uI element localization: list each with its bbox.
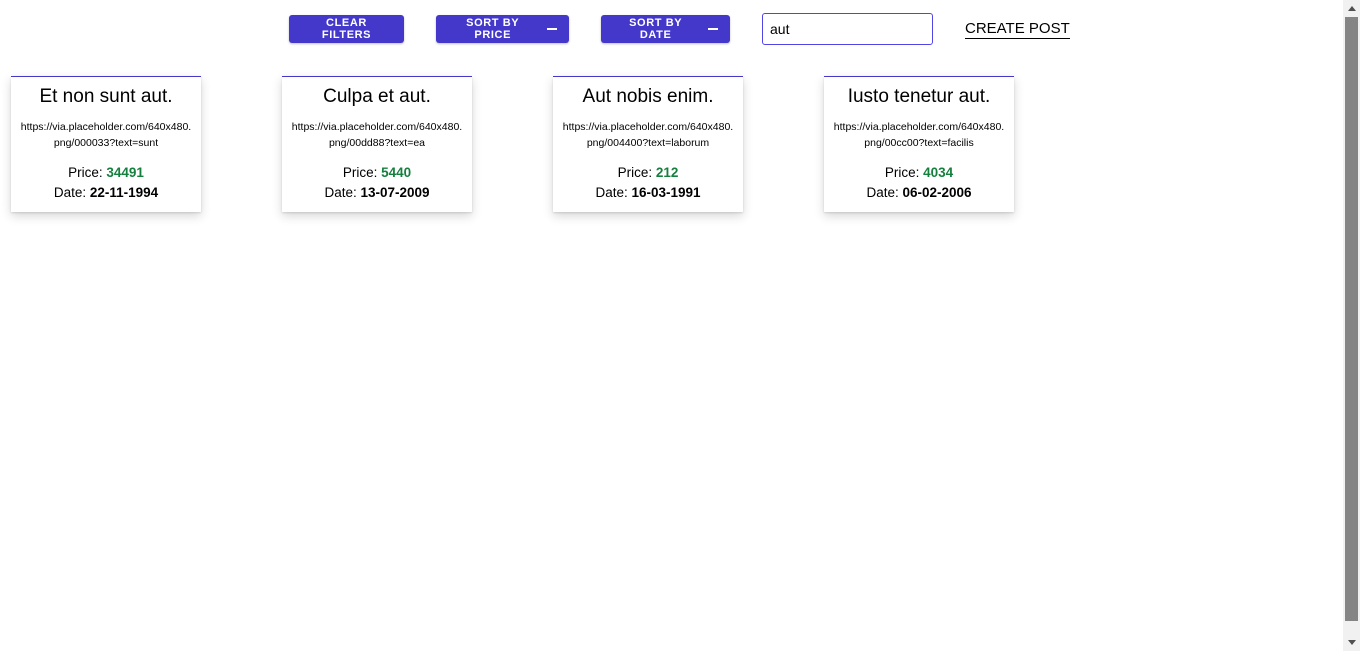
date-value: 22-11-1994 bbox=[89, 185, 159, 200]
price-label: Price: bbox=[884, 165, 924, 180]
arrow-up-icon bbox=[1347, 6, 1356, 11]
filter-toolbar: CLEAR FILTERS SORT BY PRICE SORT BY DATE… bbox=[0, 0, 1343, 60]
date-label: Date: bbox=[595, 185, 632, 200]
post-title: Iusto tenetur aut. bbox=[847, 86, 991, 107]
post-card[interactable]: Iusto tenetur aut. https://via.placehold… bbox=[824, 76, 1014, 212]
date-label: Date: bbox=[866, 185, 903, 200]
post-price: Price: 5440 bbox=[288, 164, 466, 182]
post-title: Culpa et aut. bbox=[323, 86, 431, 107]
post-image-url: https://via.placeholder.com/640x480.png/… bbox=[20, 121, 192, 149]
post-date: Date: 22-11-1994 bbox=[17, 184, 195, 202]
minus-icon bbox=[547, 28, 557, 30]
date-value: 16-03-1991 bbox=[631, 185, 701, 200]
price-label: Price: bbox=[617, 165, 656, 180]
post-card[interactable]: Culpa et aut. https://via.placeholder.co… bbox=[282, 76, 472, 212]
scroll-up-button[interactable] bbox=[1343, 0, 1360, 17]
post-price: Price: 4034 bbox=[830, 164, 1008, 182]
post-title: Aut nobis enim. bbox=[582, 86, 714, 107]
create-post-link[interactable]: CREATE POST bbox=[965, 20, 1070, 39]
sort-by-price-button[interactable]: SORT BY PRICE bbox=[436, 15, 569, 43]
price-value: 34491 bbox=[106, 165, 144, 180]
post-card[interactable]: Aut nobis enim. https://via.placeholder.… bbox=[553, 76, 743, 212]
minus-icon bbox=[708, 28, 718, 30]
price-value: 4034 bbox=[923, 165, 954, 180]
sort-by-date-button[interactable]: SORT BY DATE bbox=[601, 15, 730, 43]
post-image-url: https://via.placeholder.com/640x480.png/… bbox=[291, 121, 463, 149]
date-value: 13-07-2009 bbox=[360, 185, 430, 200]
post-price: Price: 34491 bbox=[17, 164, 195, 182]
sort-by-price-label: SORT BY PRICE bbox=[466, 17, 520, 41]
price-value: 5440 bbox=[381, 165, 412, 180]
date-value: 06-02-2006 bbox=[902, 185, 972, 200]
price-value: 212 bbox=[655, 165, 679, 180]
scrollbar-thumb[interactable] bbox=[1345, 17, 1358, 621]
price-label: Price: bbox=[342, 165, 382, 180]
arrow-down-icon bbox=[1347, 640, 1356, 645]
post-title: Et non sunt aut. bbox=[39, 86, 173, 107]
page: CLEAR FILTERS SORT BY PRICE SORT BY DATE… bbox=[0, 0, 1360, 651]
scroll-down-button[interactable] bbox=[1343, 634, 1360, 651]
search-input[interactable] bbox=[762, 13, 933, 45]
post-date: Date: 16-03-1991 bbox=[559, 184, 737, 202]
price-label: Price: bbox=[68, 165, 107, 180]
post-card[interactable]: Et non sunt aut. https://via.placeholder… bbox=[11, 76, 201, 212]
date-label: Date: bbox=[53, 185, 90, 200]
post-image-url: https://via.placeholder.com/640x480.png/… bbox=[562, 121, 734, 149]
post-price: Price: 212 bbox=[559, 164, 737, 182]
clear-filters-button[interactable]: CLEAR FILTERS bbox=[289, 15, 404, 43]
post-date: Date: 06-02-2006 bbox=[830, 184, 1008, 202]
clear-filters-label: CLEAR FILTERS bbox=[321, 17, 372, 41]
post-list: Et non sunt aut. https://via.placeholder… bbox=[11, 76, 1111, 216]
post-image-url: https://via.placeholder.com/640x480.png/… bbox=[833, 121, 1005, 149]
vertical-scrollbar[interactable] bbox=[1343, 0, 1360, 651]
post-date: Date: 13-07-2009 bbox=[288, 184, 466, 202]
date-label: Date: bbox=[324, 185, 361, 200]
sort-by-date-label: SORT BY DATE bbox=[629, 17, 683, 41]
